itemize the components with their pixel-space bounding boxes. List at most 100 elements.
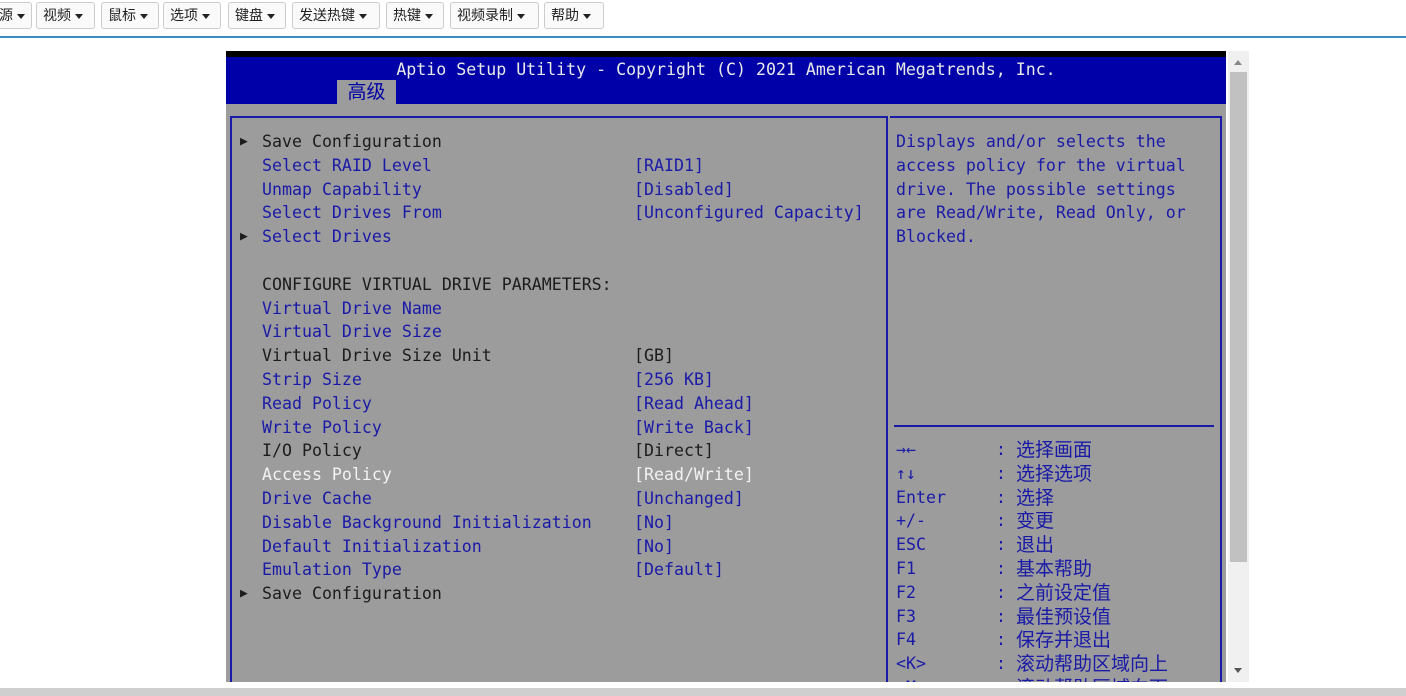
vertical-scrollbar[interactable] <box>1228 51 1249 682</box>
caret-down-icon <box>517 13 525 19</box>
key-description: 选择画面 <box>1016 439 1093 461</box>
key-hint: +/-: 变更 <box>896 509 1216 533</box>
caret-down-icon <box>425 13 433 19</box>
toolbar: 源 视频 鼠标 选项 键盘 发送热键 热键 视频录制 帮助 <box>0 0 1406 36</box>
key-hint: →←: 选择画面 <box>896 438 1216 462</box>
setting-label: Write Policy <box>262 417 382 437</box>
setting-value[interactable]: [Unconfigured Capacity] <box>634 201 864 225</box>
toolbar-divider <box>0 36 1406 38</box>
setting-row[interactable]: ▶ Save Configuration <box>232 130 886 154</box>
menu-button[interactable]: 选项 <box>163 2 221 29</box>
menu-button[interactable]: 源 <box>0 2 32 29</box>
setting-row[interactable]: Select RAID Level [RAID1] <box>232 154 886 178</box>
setting-value[interactable]: [RAID1] <box>634 154 704 178</box>
menu-label: 帮助 <box>551 8 579 24</box>
key-name: +/- <box>896 511 926 531</box>
menu-button[interactable]: 发送热键 <box>292 2 380 29</box>
setting-label: Unmap Capability <box>262 179 422 199</box>
setting-row[interactable]: Virtual Drive Size Unit [GB] <box>232 344 886 368</box>
setting-value[interactable]: [Write Back] <box>634 416 754 440</box>
key-name: F3 <box>896 606 916 626</box>
help-panel: Displays and/or selects the access polic… <box>890 116 1222 682</box>
menu-button[interactable]: 鼠标 <box>101 2 159 29</box>
key-separator: : <box>996 463 1006 483</box>
key-hint: F1: 基本帮助 <box>896 557 1216 581</box>
setting-row[interactable] <box>232 249 886 273</box>
menu-button[interactable]: 帮助 <box>544 2 604 29</box>
key-description: 退出 <box>1016 534 1055 557</box>
menu-label: 视频录制 <box>457 8 513 24</box>
menu-label: 键盘 <box>235 8 263 24</box>
setting-label: CONFIGURE VIRTUAL DRIVE PARAMETERS: <box>262 274 612 294</box>
setting-row[interactable]: Emulation Type [Default] <box>232 558 886 582</box>
setting-value[interactable]: [No] <box>634 511 674 535</box>
menu-button[interactable]: 视频 <box>36 2 95 29</box>
bottom-bar <box>0 688 1406 696</box>
key-hint: ESC: 退出 <box>896 533 1216 557</box>
menu-button[interactable]: 视频录制 <box>450 2 539 29</box>
setting-row[interactable]: Virtual Drive Name <box>232 297 886 321</box>
key-description: 保存并退出 <box>1016 629 1112 652</box>
setting-row[interactable]: Access Policy [Read/Write] <box>232 463 886 487</box>
tab-advanced[interactable]: 高级 <box>337 80 396 104</box>
setting-value[interactable]: [No] <box>634 535 674 559</box>
scrollbar-thumb[interactable] <box>1230 72 1247 562</box>
key-description: 变更 <box>1016 510 1055 533</box>
setting-value[interactable]: [Default] <box>634 558 724 582</box>
key-separator: : <box>996 440 1006 459</box>
setting-row[interactable]: Write Policy [Write Back] <box>232 416 886 440</box>
key-name: ↑↓ <box>896 463 916 483</box>
setting-label: Virtual Drive Name <box>262 298 442 318</box>
setting-row[interactable]: Strip Size [256 KB] <box>232 368 886 392</box>
help-divider <box>894 425 1214 427</box>
caret-down-icon <box>267 13 275 19</box>
setting-label: Read Policy <box>262 393 372 413</box>
setting-value[interactable]: [Unchanged] <box>634 487 744 511</box>
setting-row[interactable]: ▶ Save Configuration <box>232 582 886 606</box>
setting-row[interactable]: Read Policy [Read Ahead] <box>232 392 886 416</box>
key-name: F1 <box>896 559 916 578</box>
key-description: 滚动帮助区域向上 <box>1016 653 1169 676</box>
setting-value[interactable]: [Read/Write] <box>634 463 754 487</box>
key-description: 选择 <box>1016 486 1055 509</box>
key-hint: F4: 保存并退出 <box>896 628 1216 652</box>
key-hint: <M>: 滚动帮助区域向下 <box>896 676 1216 682</box>
caret-down-icon <box>202 13 210 19</box>
menu-button[interactable]: 热键 <box>386 2 444 29</box>
setting-value[interactable]: [Read Ahead] <box>634 392 754 416</box>
setting-value[interactable]: [Direct] <box>634 439 714 463</box>
bios-screen[interactable]: Aptio Setup Utility - Copyright (C) 2021… <box>226 51 1226 682</box>
key-separator: : <box>996 511 1006 531</box>
caret-down-icon <box>359 13 367 19</box>
key-separator: : <box>996 559 1006 578</box>
setting-label: Select RAID Level <box>262 155 432 175</box>
setting-row[interactable]: Disable Background Initialization [No] <box>232 511 886 535</box>
key-hint: <K>: 滚动帮助区域向上 <box>896 652 1216 676</box>
setting-row[interactable]: Unmap Capability [Disabled] <box>232 178 886 202</box>
setting-row[interactable]: CONFIGURE VIRTUAL DRIVE PARAMETERS: <box>232 273 886 297</box>
scroll-up-arrow-icon[interactable] <box>1234 60 1242 65</box>
scroll-down-arrow-icon[interactable] <box>1234 668 1242 673</box>
menu-button[interactable]: 键盘 <box>228 2 286 29</box>
menu-label: 选项 <box>170 8 198 24</box>
setting-value[interactable]: [GB] <box>634 344 674 368</box>
setting-label: Disable Background Initialization <box>262 512 592 532</box>
setting-row[interactable]: I/O Policy [Direct] <box>232 439 886 463</box>
key-description: 基本帮助 <box>1016 558 1093 580</box>
key-separator: : <box>996 606 1006 626</box>
setting-row[interactable]: Drive Cache [Unchanged] <box>232 487 886 511</box>
setting-row[interactable]: Select Drives From [Unconfigured Capacity… <box>232 201 886 225</box>
setting-row[interactable]: Virtual Drive Size <box>232 320 886 344</box>
key-description: 滚动帮助区域向下 <box>1016 676 1168 682</box>
setting-label: Save Configuration <box>262 584 442 604</box>
setting-value[interactable]: [256 KB] <box>634 368 714 392</box>
submenu-arrow-icon: ▶ <box>240 586 248 602</box>
key-separator: : <box>996 535 1006 555</box>
setting-row[interactable]: Default Initialization [No] <box>232 535 886 559</box>
setting-label: Save Configuration <box>262 132 442 151</box>
key-separator: : <box>996 676 1006 682</box>
setting-value[interactable]: [Disabled] <box>634 178 734 202</box>
setting-row[interactable]: ▶ Select Drives <box>232 225 886 249</box>
key-separator: : <box>996 487 1006 507</box>
bios-title: Aptio Setup Utility - Copyright (C) 2021… <box>396 60 1056 79</box>
